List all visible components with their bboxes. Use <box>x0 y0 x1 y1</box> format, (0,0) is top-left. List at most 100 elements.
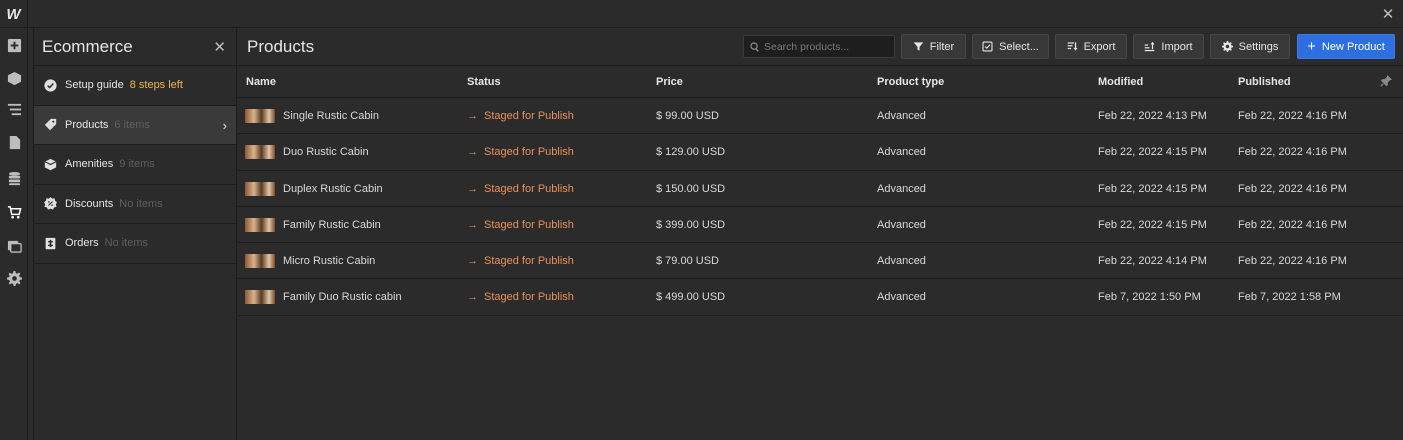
import-icon <box>1145 41 1155 52</box>
close-icon[interactable]: ✕ <box>1379 5 1397 23</box>
table-row[interactable]: Family Rustic Cabin → Staged for Publish … <box>238 207 1403 244</box>
page-title: Products <box>247 37 315 56</box>
table-row[interactable]: Micro Rustic Cabin → Staged for Publish $… <box>238 243 1403 280</box>
panel-item-label: Orders <box>65 237 99 250</box>
arrow-right-icon: → <box>467 110 478 122</box>
products-main: Products Filter Select... Export Import … <box>238 28 1403 440</box>
column-header-product-type[interactable]: Product type <box>877 76 944 88</box>
cell-status: → Staged for Publish <box>467 110 574 122</box>
components-icon[interactable] <box>4 68 24 88</box>
cell-price: $ 150.00 USD <box>656 182 726 195</box>
product-thumbnail <box>245 217 275 232</box>
select-label: Select... <box>999 40 1039 53</box>
settings-button[interactable]: Settings <box>1210 34 1290 59</box>
cell-product-type: Advanced <box>877 255 926 268</box>
status-label: Staged for Publish <box>484 218 574 231</box>
navigator-icon[interactable] <box>4 99 24 119</box>
add-panel-icon[interactable] <box>4 35 24 55</box>
filter-button[interactable]: Filter <box>901 34 966 59</box>
item-count: No items <box>119 197 163 210</box>
panel-title: Ecommerce <box>42 37 133 56</box>
cell-modified: Feb 22, 2022 4:15 PM <box>1098 146 1207 159</box>
cell-name: Duplex Rustic Cabin <box>283 182 383 195</box>
import-button[interactable]: Import <box>1133 34 1204 59</box>
cell-modified: Feb 22, 2022 4:15 PM <box>1098 182 1207 195</box>
column-header-published[interactable]: Published <box>1238 76 1291 88</box>
cell-name: Micro Rustic Cabin <box>283 255 376 268</box>
plus-icon: + <box>1307 38 1316 55</box>
select-button[interactable]: Select... <box>972 34 1049 59</box>
cell-status: → Staged for Publish <box>467 219 574 231</box>
pin-icon[interactable] <box>1380 74 1393 90</box>
export-label: Export <box>1083 40 1116 53</box>
cell-status: → Staged for Publish <box>467 146 574 158</box>
status-label: Staged for Publish <box>484 146 574 159</box>
panel-item-label: Products <box>65 118 109 131</box>
panel-item-orders[interactable]: Orders No items <box>34 224 236 264</box>
table-header: Name Status Price Product type Modified … <box>238 66 1403 98</box>
assets-icon[interactable] <box>4 235 24 255</box>
pages-icon[interactable] <box>4 132 24 152</box>
check-circle-icon <box>43 78 57 92</box>
cms-icon[interactable] <box>4 168 24 188</box>
cell-name: Duo Rustic Cabin <box>283 146 369 159</box>
arrow-right-icon: → <box>467 182 478 195</box>
column-header-status[interactable]: Status <box>467 76 501 88</box>
arrow-right-icon: → <box>467 218 478 231</box>
column-header-modified[interactable]: Modified <box>1098 76 1143 88</box>
arrow-right-icon: → <box>467 291 478 304</box>
cell-modified: Feb 22, 2022 4:15 PM <box>1098 218 1207 231</box>
table-row[interactable]: Family Duo Rustic cabin → Staged for Publ… <box>238 279 1403 316</box>
cell-published: Feb 7, 2022 1:58 PM <box>1238 291 1341 304</box>
item-count: 6 items <box>114 118 150 131</box>
cell-published: Feb 22, 2022 4:16 PM <box>1238 255 1347 268</box>
table-row[interactable]: Duplex Rustic Cabin → Staged for Publish … <box>238 171 1403 207</box>
search-input[interactable] <box>764 40 894 53</box>
product-thumbnail <box>245 290 275 305</box>
panel-header: Ecommerce ✕ <box>34 28 236 66</box>
cell-price: $ 129.00 USD <box>656 146 726 159</box>
panel-item-setup-guide[interactable]: Setup guide 8 steps left <box>34 66 236 106</box>
panel-item-products[interactable]: Products 6 items › <box>34 105 236 145</box>
export-button[interactable]: Export <box>1055 34 1127 59</box>
cell-modified: Feb 22, 2022 4:13 PM <box>1098 110 1207 122</box>
table-row[interactable]: Single Rustic Cabin → Staged for Publish … <box>238 98 1403 135</box>
receipt-icon <box>43 236 57 250</box>
ecommerce-cart-icon[interactable] <box>4 202 24 222</box>
product-thumbnail <box>245 181 275 196</box>
panel-item-discounts[interactable]: Discounts No items <box>34 185 236 224</box>
filter-label: Filter <box>929 40 955 53</box>
cell-name: Family Duo Rustic cabin <box>283 291 402 304</box>
cell-product-type: Advanced <box>877 218 926 231</box>
cell-price: $ 499.00 USD <box>656 291 726 304</box>
settings-label: Settings <box>1238 40 1279 53</box>
cell-price: $ 99.00 USD <box>656 110 719 122</box>
new-product-label: New Product <box>1321 40 1385 53</box>
chevron-right-icon: › <box>222 117 227 133</box>
cell-name: Family Rustic Cabin <box>283 218 381 231</box>
item-count: 9 items <box>119 158 155 171</box>
cell-status: → Staged for Publish <box>467 183 574 195</box>
box-icon <box>43 157 57 171</box>
column-header-price[interactable]: Price <box>656 76 683 88</box>
status-label: Staged for Publish <box>484 291 574 304</box>
filter-icon <box>913 42 924 51</box>
webflow-logo[interactable]: W <box>0 0 28 28</box>
close-panel-icon[interactable]: ✕ <box>213 38 226 56</box>
ecommerce-panel: Ecommerce ✕ Setup guide 8 steps left Pro… <box>33 28 237 440</box>
status-label: Staged for Publish <box>484 182 574 195</box>
table-row[interactable]: Duo Rustic Cabin → Staged for Publish $ 1… <box>238 134 1403 171</box>
tag-icon <box>43 118 57 132</box>
discount-badge-icon <box>43 197 57 211</box>
setup-steps-left: 8 steps left <box>129 79 183 92</box>
import-label: Import <box>1161 40 1193 53</box>
panel-item-amenities[interactable]: Amenities 9 items <box>34 145 236 185</box>
arrow-right-icon: → <box>467 255 478 268</box>
panel-item-label: Setup guide <box>65 79 124 92</box>
column-header-name[interactable]: Name <box>246 76 276 88</box>
cell-status: → Staged for Publish <box>467 291 574 303</box>
new-product-button[interactable]: + New Product <box>1297 34 1395 59</box>
settings-gear-icon[interactable] <box>4 268 24 288</box>
search-box[interactable] <box>743 35 895 58</box>
products-table-body: Single Rustic Cabin → Staged for Publish … <box>238 98 1403 316</box>
